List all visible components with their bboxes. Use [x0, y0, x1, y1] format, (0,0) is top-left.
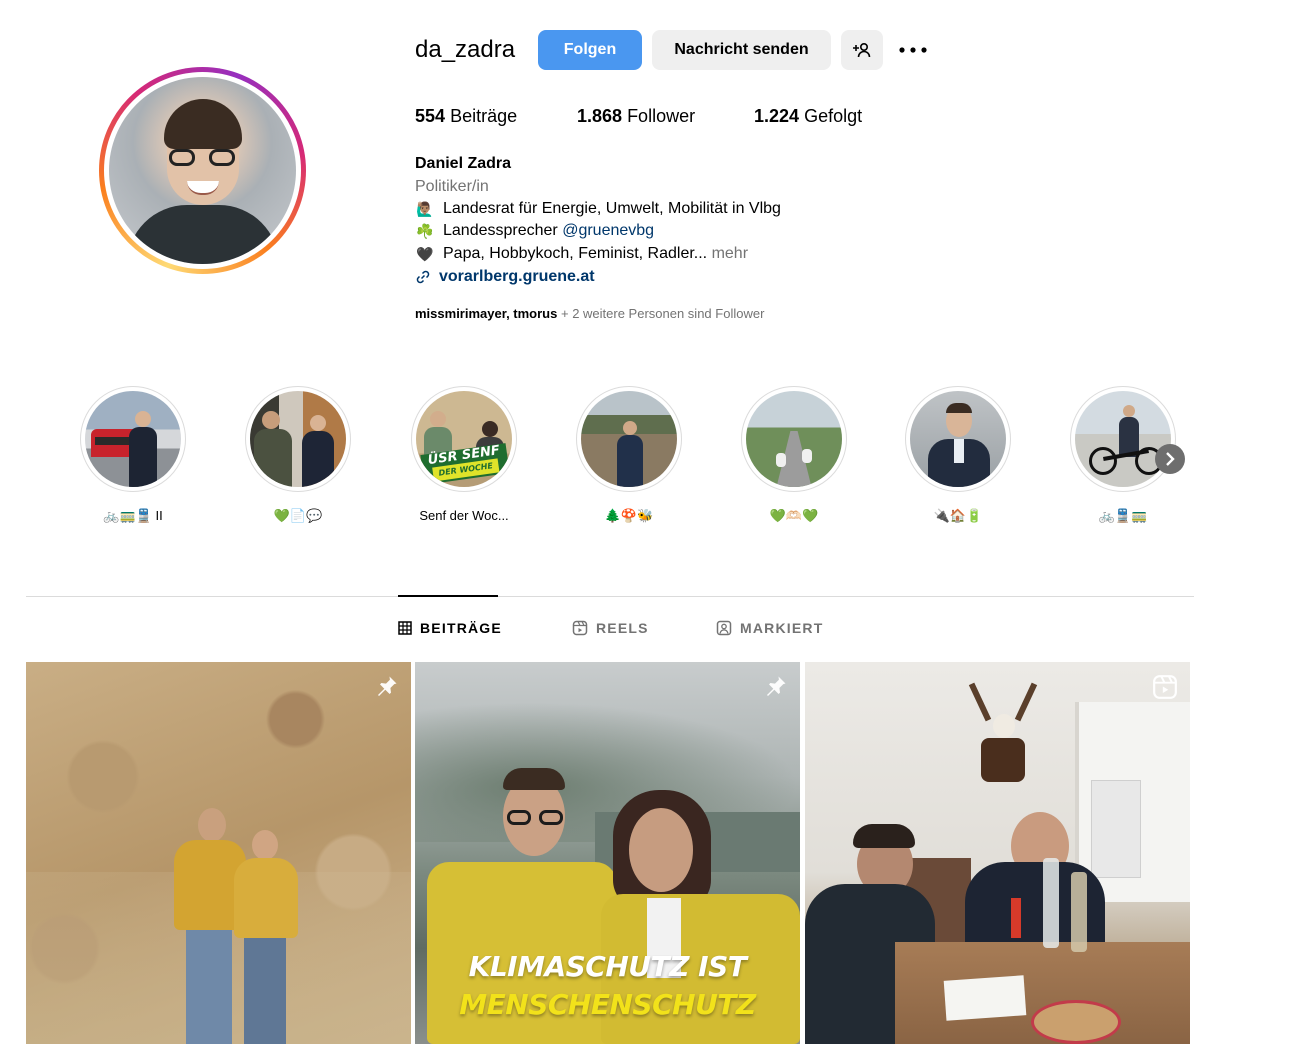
- black-heart-emoji: 🖤: [416, 245, 434, 262]
- followers-count: 1.868: [577, 106, 623, 126]
- follow-button[interactable]: Folgen: [538, 30, 642, 70]
- followers-label: Follower: [627, 106, 696, 126]
- person-raising-hand-emoji: 🙋🏽‍♂️: [416, 200, 434, 217]
- followed-by-names: missmirimayer, tmorus: [415, 306, 558, 321]
- send-message-button[interactable]: Nachricht senden: [652, 30, 831, 70]
- post-thumbnail-1[interactable]: [26, 662, 411, 1044]
- highlight-6-image: [910, 391, 1006, 487]
- pinned-badge-1: [375, 674, 399, 703]
- tab-reels[interactable]: REELS: [572, 620, 649, 636]
- pinned-badge-2: [764, 674, 788, 703]
- highlight-7-label: 🚲🚆🚃: [1098, 508, 1148, 523]
- pin-icon: [767, 676, 786, 696]
- highlight-2[interactable]: 💚📄💬: [245, 386, 351, 523]
- bio-line-personal: 🖤 Papa, Hobbykoch, Feminist, Radler... m…: [415, 245, 748, 263]
- reel-icon: [1153, 675, 1177, 699]
- shamrock-emoji: ☘️: [416, 222, 434, 239]
- bio-line-spokesperson: ☘️ Landessprecher @gruenevbg: [415, 222, 654, 240]
- highlights-next-button[interactable]: [1155, 444, 1185, 474]
- link-icon: [416, 270, 430, 284]
- bio-spokesperson-label: Landessprecher: [443, 222, 558, 239]
- tab-posts[interactable]: BEITRÄGE: [398, 620, 502, 636]
- avatar-photo: [109, 77, 296, 264]
- highlight-5[interactable]: 💚🫶🏻💚: [741, 386, 847, 523]
- highlight-4[interactable]: 🌲🍄🐝: [576, 386, 682, 523]
- bio-line-role: 🙋🏽‍♂️ Landesrat für Energie, Umwelt, Mob…: [415, 200, 781, 218]
- bio-personal-text: Papa, Hobbykoch, Feminist, Radler... meh…: [443, 245, 748, 263]
- bio-personal-label: Papa, Hobbykoch, Feminist, Radler...: [443, 245, 708, 262]
- bio-role-text: Landesrat für Energie, Umwelt, Mobilität…: [443, 200, 781, 217]
- bio-more-link[interactable]: mehr: [712, 245, 748, 262]
- posts-count-stat: 554 Beiträge: [415, 106, 517, 127]
- highlight-3-label: Senf der Woc...: [419, 508, 509, 523]
- tab-reels-label: REELS: [596, 620, 649, 636]
- highlight-5-label: 💚🫶🏻💚: [769, 508, 819, 523]
- following-stat[interactable]: 1.224 Gefolgt: [754, 106, 862, 127]
- post-thumbnail-2[interactable]: KLIMASCHUTZ IST MENSCHENSCHUTZ: [415, 662, 800, 1044]
- bio-full-name: Daniel Zadra: [415, 155, 512, 172]
- following-count: 1.224: [754, 106, 800, 126]
- highlight-1-image: [85, 391, 181, 487]
- highlight-5-image: [746, 391, 842, 487]
- highlight-4-image: [581, 391, 677, 487]
- highlight-7-image: [1075, 391, 1171, 487]
- followed-by[interactable]: missmirimayer, tmorus + 2 weitere Person…: [415, 306, 764, 321]
- followers-stat[interactable]: 1.868 Follower: [577, 106, 695, 127]
- more-horizontal-icon: [899, 47, 927, 53]
- highlight-7[interactable]: 🚲🚆🚃: [1070, 386, 1176, 523]
- mention-link[interactable]: @gruenevbg: [562, 222, 654, 239]
- bio-spokesperson-text: Landessprecher @gruenevbg: [443, 222, 654, 240]
- add-person-icon: [853, 42, 871, 58]
- grid-icon: [398, 621, 412, 635]
- post-2-overlay-line2: MENSCHENSCHUTZ: [459, 988, 756, 1021]
- reel-badge-3: [1152, 674, 1178, 705]
- followed-by-rest: + 2 weitere Personen sind Follower: [560, 306, 765, 321]
- website-text: vorarlberg.gruene.at: [439, 268, 595, 285]
- highlight-1-label: 🚲🚃🚆 II: [103, 508, 163, 523]
- tab-tagged-label: MARKIERT: [740, 620, 824, 636]
- highlight-3[interactable]: ÜSR SENF DER WOCHE Senf der Woc...: [411, 386, 517, 523]
- posts-count: 554: [415, 106, 446, 126]
- highlight-6[interactable]: 🔌🏠🔋: [905, 386, 1011, 523]
- profile-avatar[interactable]: [99, 67, 306, 274]
- posts-label: Beiträge: [450, 106, 518, 126]
- more-options-button[interactable]: [897, 36, 929, 64]
- highlight-4-label: 🌲🍄🐝: [604, 508, 654, 523]
- highlight-6-label: 🔌🏠🔋: [933, 508, 983, 523]
- pin-icon: [378, 676, 397, 696]
- profile-username: da_zadra: [415, 36, 516, 63]
- active-tab-indicator: [398, 595, 498, 597]
- highlight-3-image: ÜSR SENF DER WOCHE: [416, 391, 512, 487]
- avatar-gap: [104, 72, 301, 269]
- highlight-1[interactable]: 🚲🚃🚆 II: [80, 386, 186, 523]
- highlight-2-image: [250, 391, 346, 487]
- highlight-2-label: 💚📄💬: [273, 508, 323, 523]
- tagged-icon: [716, 620, 732, 636]
- bio-category: Politiker/in: [415, 178, 489, 195]
- post-thumbnail-3[interactable]: [805, 662, 1190, 1044]
- tab-posts-label: BEITRÄGE: [420, 620, 502, 636]
- tabs-divider: [26, 596, 1194, 597]
- chevron-right-icon: [1166, 452, 1175, 466]
- reels-icon: [572, 620, 588, 636]
- post-2-overlay-line1: KLIMASCHUTZ IST: [468, 950, 747, 983]
- suggest-accounts-button[interactable]: [841, 30, 883, 70]
- bio-website-link[interactable]: vorarlberg.gruene.at: [415, 268, 595, 286]
- tab-tagged[interactable]: MARKIERT: [716, 620, 823, 636]
- following-label: Gefolgt: [804, 106, 863, 126]
